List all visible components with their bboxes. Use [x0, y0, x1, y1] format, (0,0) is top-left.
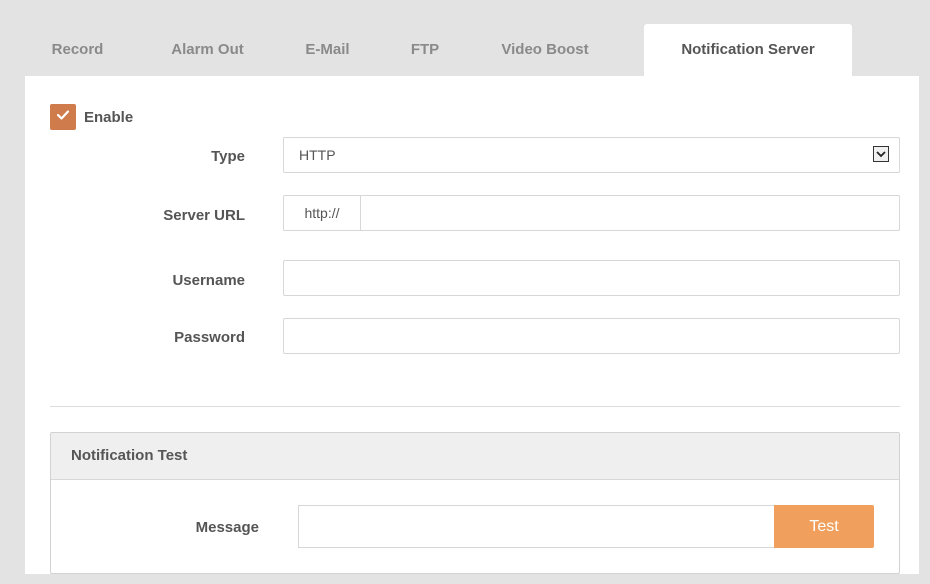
- type-label: Type: [211, 148, 245, 165]
- section-divider: [50, 406, 900, 407]
- test-button[interactable]: Test: [774, 505, 874, 548]
- tab-bar: Record Alarm Out E-Mail FTP Video Boost …: [15, 24, 919, 76]
- settings-frame: Record Alarm Out E-Mail FTP Video Boost …: [15, 24, 919, 574]
- enable-row: Enable: [50, 104, 133, 130]
- tab-email[interactable]: E-Mail: [275, 24, 380, 76]
- server-url-label: Server URL: [163, 207, 245, 224]
- enable-label: Enable: [84, 108, 134, 126]
- checkmark-icon: [56, 108, 70, 126]
- password-label: Password: [174, 329, 245, 346]
- chevron-down-icon[interactable]: [873, 146, 889, 162]
- tab-video-boost[interactable]: Video Boost: [470, 24, 620, 76]
- tab-notification-server[interactable]: Notification Server: [644, 24, 852, 76]
- notification-test-title: Notification Test: [71, 447, 188, 464]
- notification-server-panel: Enable Type HTTP Server URL http:// User…: [25, 76, 919, 574]
- tab-record[interactable]: Record: [15, 24, 140, 76]
- enable-checkbox[interactable]: [50, 104, 76, 130]
- type-selected-value: HTTP: [299, 147, 336, 163]
- username-label: Username: [172, 272, 245, 289]
- password-input[interactable]: [283, 318, 900, 354]
- notification-test-header: Notification Test: [51, 433, 899, 480]
- notification-test-section: Notification Test Message Test: [50, 432, 900, 574]
- server-url-field[interactable]: http://: [283, 195, 900, 231]
- tab-alarm-out[interactable]: Alarm Out: [140, 24, 275, 76]
- username-input[interactable]: [283, 260, 900, 296]
- tab-ftp[interactable]: FTP: [380, 24, 470, 76]
- type-select[interactable]: HTTP: [283, 137, 900, 173]
- message-input[interactable]: [298, 505, 774, 548]
- message-label: Message: [195, 519, 259, 536]
- server-url-prefix: http://: [284, 196, 361, 230]
